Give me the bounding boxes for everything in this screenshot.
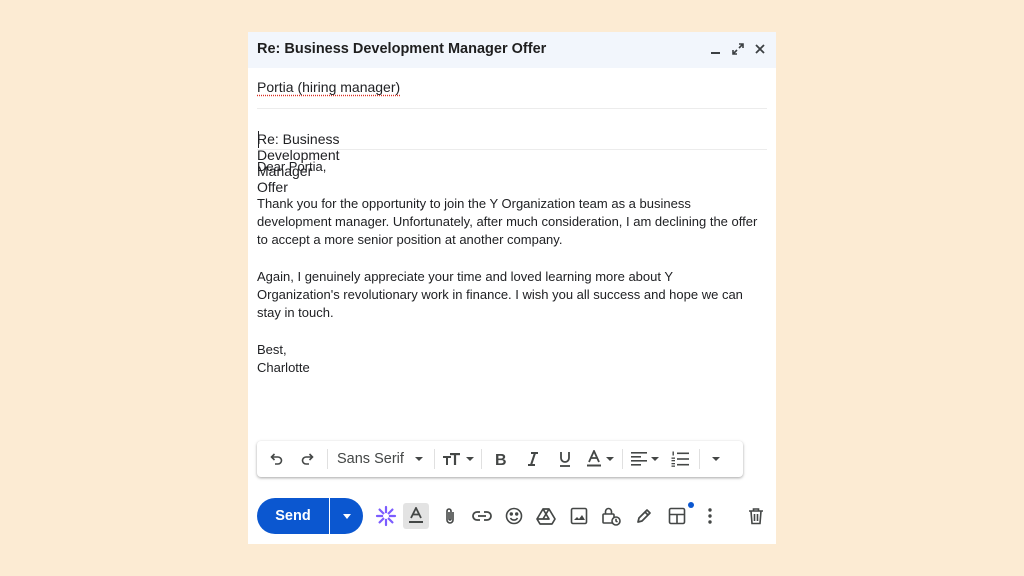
minimize-icon[interactable] [706,38,726,60]
text-size-icon[interactable] [438,444,478,474]
chevron-down-icon [712,457,720,461]
svg-text:B: B [495,452,507,467]
compose-titlebar[interactable]: Re: Business Development Manager Offer [248,32,776,68]
attach-icon[interactable] [437,503,463,529]
send-options-button[interactable] [330,498,363,534]
compose-actions-bar: Send [248,496,776,536]
chevron-down-icon [651,457,659,461]
subject-field[interactable]: Re: Business Development Manager Offer [257,109,767,195]
more-options-icon[interactable] [697,503,723,529]
toolbar-divider [622,449,623,469]
link-icon[interactable] [469,503,495,529]
underline-icon[interactable] [549,444,581,474]
message-body[interactable]: Dear Portia, Thank you for the opportuni… [257,158,769,396]
formatting-icon[interactable] [403,503,429,529]
body-paragraph-1: Thank you for the opportunity to join th… [257,195,758,248]
align-icon[interactable] [626,444,664,474]
greeting: Dear Portia, [257,159,327,174]
trash-icon[interactable] [743,503,769,529]
signoff: Best, Charlotte [257,341,310,376]
undo-icon[interactable] [260,444,292,474]
italic-icon[interactable] [517,444,549,474]
confidential-icon[interactable] [598,503,624,529]
text-color-icon[interactable] [581,444,619,474]
to-field[interactable]: Portia (hiring manager) [257,68,767,109]
chevron-down-icon [342,513,351,519]
body-paragraph-2: Again, I genuinely appreciate your time … [257,268,743,321]
font-select[interactable]: Sans Serif [331,444,431,474]
bold-icon[interactable]: B [485,444,517,474]
template-icon[interactable] [664,503,690,529]
numbered-list-icon[interactable] [664,444,696,474]
more-formatting-icon[interactable] [703,444,729,474]
send-button[interactable]: Send [257,498,329,534]
chevron-down-icon [415,457,423,461]
compose-title: Re: Business Development Manager Offer [257,41,547,57]
recipient-chip[interactable]: Portia (hiring manager) [257,79,400,95]
toolbar-divider [434,449,435,469]
signature-icon[interactable] [631,503,657,529]
font-name: Sans Serif [337,451,404,467]
toolbar-divider [327,449,328,469]
toolbar-divider [699,449,700,469]
toolbar-divider [481,449,482,469]
close-icon[interactable] [750,38,770,60]
redo-icon[interactable] [292,444,324,474]
fullscreen-icon[interactable] [728,38,748,60]
gemini-icon[interactable] [373,503,399,529]
compose-window: Re: Business Development Manager Offer P… [248,32,776,544]
window-controls [706,38,770,60]
text-cursor [258,131,259,148]
chevron-down-icon [466,457,474,461]
photo-icon[interactable] [566,503,592,529]
drive-icon[interactable] [533,503,559,529]
chevron-down-icon [606,457,614,461]
emoji-icon[interactable] [501,503,527,529]
formatting-toolbar: Sans Serif B [257,441,743,477]
notification-dot [688,502,694,508]
